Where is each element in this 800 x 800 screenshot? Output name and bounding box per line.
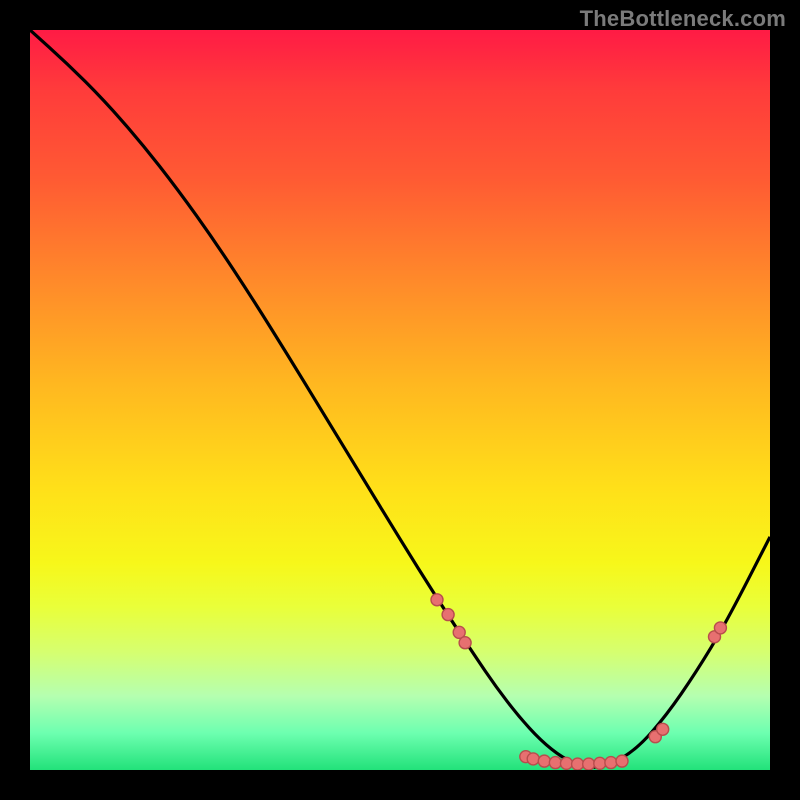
curve-marker xyxy=(538,755,550,767)
curve-marker xyxy=(594,757,606,769)
curve-marker xyxy=(561,757,573,769)
chart-frame: TheBottleneck.com xyxy=(0,0,800,800)
curve-marker xyxy=(527,753,539,765)
curve-marker xyxy=(459,637,471,649)
curve-marker xyxy=(714,622,726,634)
curve-marker xyxy=(549,757,561,769)
curve-marker xyxy=(583,758,595,770)
watermark-text: TheBottleneck.com xyxy=(580,6,786,32)
curve-marker xyxy=(572,758,584,770)
curve-markers xyxy=(431,594,726,770)
chart-svg xyxy=(30,30,770,770)
curve-marker xyxy=(616,755,628,767)
bottleneck-curve xyxy=(30,30,770,767)
curve-marker xyxy=(431,594,443,606)
curve-marker xyxy=(605,757,617,769)
curve-marker xyxy=(657,723,669,735)
curve-marker xyxy=(442,609,454,621)
plot-area xyxy=(30,30,770,770)
